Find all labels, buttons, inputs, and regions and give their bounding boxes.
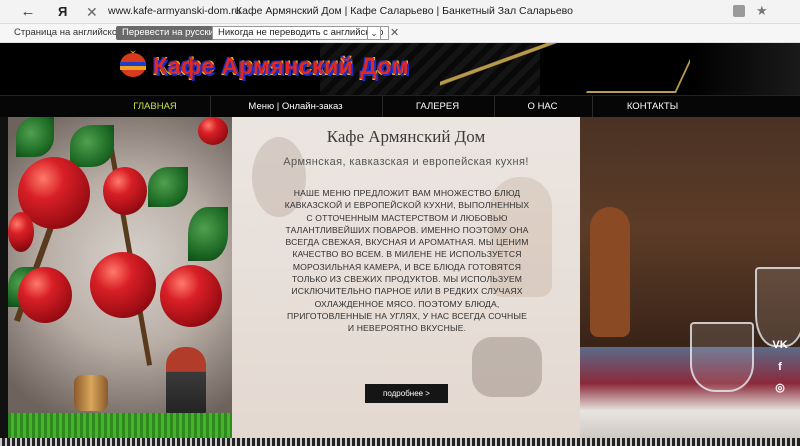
pomegranate xyxy=(8,212,34,252)
wine-glass xyxy=(755,267,800,347)
site-header: Кафе Армянский Дом xyxy=(0,43,800,95)
nav-item-gallery[interactable]: ГАЛЕРЕЯ xyxy=(382,96,492,118)
pomegranate xyxy=(198,117,228,145)
pomegranate xyxy=(90,252,156,318)
body-line: ТОЛЬКО ИЗ СВЕЖИХ ПРОДУКТОВ. МЫ ИСПОЛЬЗУЕ… xyxy=(291,274,523,285)
nav-item-home[interactable]: ГЛАВНАЯ xyxy=(105,96,205,118)
nav-item-contacts[interactable]: КОНТАКТЫ xyxy=(592,96,712,118)
figurines-backdrop xyxy=(472,337,542,397)
pomegranate xyxy=(160,265,222,327)
site-logo-text[interactable]: Кафе Армянский Дом xyxy=(153,53,409,80)
bookmark-star-icon[interactable]: ★ xyxy=(756,2,768,20)
browser-toolbar: ← Я ✕ www.kafe-armyanski-dom.ru Кафе Арм… xyxy=(0,0,800,24)
never-translate-button[interactable]: Никогда не переводить с английского xyxy=(212,26,390,40)
leaf xyxy=(188,207,228,261)
nav-item-about[interactable]: О НАС xyxy=(494,96,590,118)
hero-body-text: НАШЕ МЕНЮ ПРЕДЛОЖИТ ВАМ МНОЖЕСТВО БЛЮД К… xyxy=(280,187,534,335)
body-line: ОХЛАЖДЕННОЕ МЯСО. ПОЭТОМУ БЛЮДА, xyxy=(314,298,500,309)
address-bar[interactable]: www.kafe-armyanski-dom.ru Кафе Армянский… xyxy=(104,2,774,22)
more-button[interactable]: подробнее > xyxy=(365,384,448,403)
yandex-logo-icon[interactable]: Я xyxy=(58,3,67,21)
bottom-border xyxy=(0,438,800,446)
body-line: КАВКАЗСКОЙ И ЕВРОПЕЙСКОЙ КУХНИ, ВЫПОЛНЕН… xyxy=(284,200,530,211)
hero-edge xyxy=(0,117,8,438)
body-line: ВСЕГДА СВЕЖАЯ, ВКУСНАЯ И АРОМАТНАЯ. МЫ Ц… xyxy=(285,237,529,248)
header-band xyxy=(690,43,800,95)
translate-close-icon[interactable]: ✕ xyxy=(390,26,399,40)
hero-text-panel: Кафе Армянский Дом Армянская, кавказская… xyxy=(232,117,580,438)
close-icon[interactable]: ✕ xyxy=(86,3,98,21)
back-arrow-icon[interactable]: ← xyxy=(18,3,38,21)
nav-item-menu[interactable]: Меню | Онлайн-заказ xyxy=(210,96,380,118)
page-title: Кафе Армянский Дом | Кафе Саларьево | Ба… xyxy=(236,5,573,17)
vk-icon[interactable]: VK xyxy=(770,336,790,354)
pomegranate-tree-photo xyxy=(8,117,232,438)
hero-subtitle: Армянская, кавказская и европейская кухн… xyxy=(283,156,529,168)
main-nav: ГЛАВНАЯ Меню | Онлайн-заказ ГАЛЕРЕЯ О НА… xyxy=(0,95,800,118)
body-line: КАЧЕСТВО ВО ВСЕМ. В МИЛЕНЕ НЕ ИСПОЛЬЗУЕТ… xyxy=(292,249,522,260)
wine-glass xyxy=(690,322,754,392)
facebook-icon[interactable]: f xyxy=(770,358,790,376)
pomegranate-logo-icon[interactable] xyxy=(118,50,148,78)
leaf xyxy=(16,117,54,157)
pomegranate xyxy=(18,267,72,323)
hero-title: Кафе Армянский Дом xyxy=(326,127,486,146)
pomegranate xyxy=(103,167,147,215)
url-text: www.kafe-armyanski-dom.ru xyxy=(108,5,241,17)
barrel xyxy=(74,375,108,411)
leaf xyxy=(70,125,114,167)
header-ornament xyxy=(586,43,704,93)
translate-bar: Страница на английском Перевести на русс… xyxy=(0,24,800,43)
reader-mode-icon[interactable] xyxy=(733,5,745,17)
body-line: С ОТТОЧЕННЫМ МАСТЕРСТВОМ И ЛЮБОВЬЮ xyxy=(306,212,508,223)
translate-button[interactable]: Перевести на русский xyxy=(116,26,226,40)
body-line: ТАЛАНТЛИВЕЙШИХ ПОВАРОВ. ИМЕННО ПОЭТОМУ О… xyxy=(285,224,529,235)
restaurant-interior-photo xyxy=(580,117,800,438)
header-ornament xyxy=(440,43,560,95)
hero-section: Кафе Армянский Дом Армянская, кавказская… xyxy=(0,117,800,438)
body-line: НАШЕ МЕНЮ ПРЕДЛОЖИТ ВАМ МНОЖЕСТВО БЛЮД xyxy=(293,188,521,198)
grass-base xyxy=(8,413,232,438)
body-line: ПРИГОТОВЛЕННЫЕ НА УГЛЯХ, У НАС ВСЕГДА СО… xyxy=(287,310,527,321)
chevron-down-icon[interactable]: ⌄ xyxy=(367,26,381,40)
leaf xyxy=(148,167,188,207)
instagram-icon[interactable]: ◎ xyxy=(770,379,790,397)
body-line: МОРОЗИЛЬНАЯ КАМЕРА, И ВСЕ БЛЮДА ГОТОВЯТС… xyxy=(292,261,522,272)
body-line: ИСКЛЮЧИТЕЛЬНО ПАРНОЕ ИЛИ В РЕДКИХ СЛУЧАЯ… xyxy=(291,286,523,297)
translate-label: Страница на английском xyxy=(14,27,124,38)
clay-jug xyxy=(590,207,630,337)
body-line: И НЕВЕРОЯТНО ВКУСНЫЕ. xyxy=(347,323,467,334)
doll-figure xyxy=(166,347,206,417)
